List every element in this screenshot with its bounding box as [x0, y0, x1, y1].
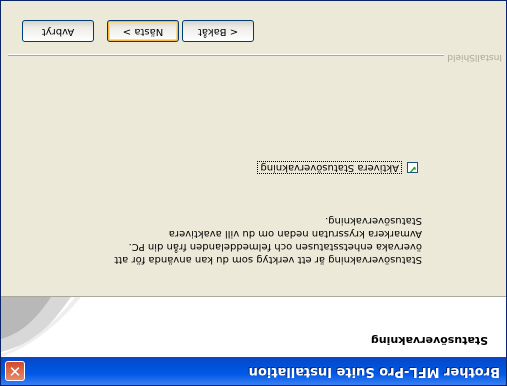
next-button[interactable]: Nästa >	[107, 20, 179, 42]
installer-window: Brother MFL-Pro Suite Installation ✕ Sta…	[0, 0, 507, 386]
content-area: Statusövervakning är ett verktyg som du …	[1, 76, 506, 296]
enable-status-monitor-row[interactable]: ✔ Aktivera Statusövervakning	[257, 160, 418, 176]
description-line: övervaka enhetsstatusen och felmeddeland…	[128, 241, 422, 252]
description-line: Statusövervakning är ett verktyg som du …	[114, 254, 422, 265]
description-line: Avmarkera kryssrutan nedan om du vill av…	[168, 228, 422, 239]
footer-separator	[8, 54, 502, 56]
enable-status-monitor-label[interactable]: Aktivera Statusövervakning	[257, 161, 402, 175]
description: Statusövervakning är ett verktyg som du …	[102, 214, 422, 266]
header-swoosh-graphic	[1, 297, 81, 357]
enable-status-monitor-checkbox[interactable]: ✔	[407, 162, 418, 175]
title-bar: Brother MFL-Pro Suite Installation ✕	[1, 357, 506, 385]
back-button[interactable]: < Bakåt	[182, 20, 254, 42]
close-button[interactable]: ✕	[5, 361, 25, 381]
checkmark-icon: ✔	[408, 163, 417, 175]
header-title: Statusövervakning	[370, 334, 488, 347]
header-panel: Statusövervakning	[1, 296, 506, 357]
window-title: Brother MFL-Pro Suite Installation	[248, 364, 500, 379]
installshield-label: InstallShield	[444, 52, 502, 62]
cancel-button[interactable]: Avbryt	[22, 20, 94, 42]
description-line: Statusövervakning.	[325, 215, 422, 226]
button-bar: < Bakåt Nästa > Avbryt	[1, 18, 506, 42]
close-icon: ✕	[8, 362, 22, 380]
